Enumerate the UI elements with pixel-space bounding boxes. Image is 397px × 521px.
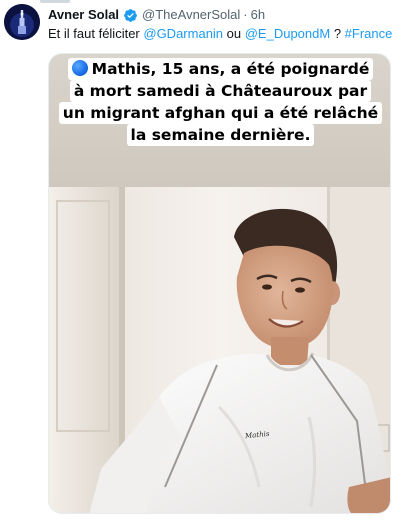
hashtag-link-france[interactable]: #France — [345, 26, 393, 41]
caption-line-1-text: Mathis, 15 ans, a été poignardé — [91, 60, 370, 78]
caption-line-4: la semaine dernière. — [126, 124, 315, 146]
tweet-text-start: Et il faut féliciter — [48, 26, 144, 41]
separator-dot: · — [243, 7, 248, 22]
photo-illustration — [49, 187, 390, 513]
caption-line-3: un migrant afghan qui a été relâché — [58, 102, 383, 124]
caption-line-1: Mathis, 15 ans, a été poignardé — [67, 58, 374, 80]
tweet-text-middle: ou — [223, 26, 245, 41]
blue-circle-icon — [71, 60, 88, 76]
tweet-text-end: ? — [330, 26, 345, 41]
author-name[interactable]: Avner Solal — [48, 6, 119, 24]
tweet-timestamp[interactable]: 6h — [251, 6, 265, 24]
mention-link-edupondm[interactable]: @E_DupondM — [245, 26, 330, 41]
verified-badge-icon — [123, 8, 138, 23]
avatar[interactable] — [4, 4, 40, 40]
media-caption-area: Mathis, 15 ans, a été poignardé à mort s… — [49, 54, 390, 187]
media-photo[interactable]: Mathis — [49, 187, 390, 513]
tweet-media[interactable]: Mathis, 15 ans, a été poignardé à mort s… — [48, 53, 391, 514]
previous-item-edge — [40, 0, 70, 3]
tweet-header: Avner Solal @TheAvnerSolal · 6h — [48, 6, 265, 24]
author-handle[interactable]: @TheAvnerSolal — [142, 6, 240, 24]
caption-line-2: à mort samedi à Châteauroux par — [69, 80, 372, 102]
mention-link-gdarmanin[interactable]: @GDarmanin — [143, 26, 223, 41]
tweet-text: Et il faut féliciter @GDarmanin ou @E_Du… — [48, 25, 397, 43]
media-caption: Mathis, 15 ans, a été poignardé à mort s… — [56, 58, 385, 146]
tweet-card[interactable]: Avner Solal @TheAvnerSolal · 6h Et il fa… — [0, 0, 397, 521]
avatar-image — [4, 4, 40, 40]
